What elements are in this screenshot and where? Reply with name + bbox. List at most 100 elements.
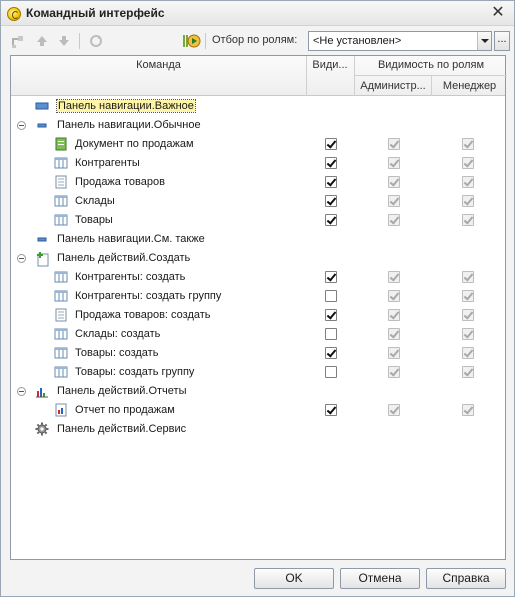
manager-checkbox [462, 366, 474, 378]
tree-row[interactable]: Товары [11, 211, 505, 230]
tree-row[interactable]: Документ по продажам [11, 135, 505, 154]
help-button[interactable]: Справка [426, 568, 506, 589]
manager-checkbox [462, 271, 474, 283]
column-admin[interactable]: Администр... [355, 80, 431, 92]
visible-checkbox[interactable] [325, 195, 337, 207]
admin-checkbox [388, 347, 400, 359]
admin-checkbox [388, 328, 400, 340]
visible-checkbox[interactable] [325, 214, 337, 226]
tree-row[interactable]: Контрагенты: создать группу [11, 287, 505, 306]
tree-row[interactable]: Продажа товаров [11, 173, 505, 192]
admin-checkbox [388, 309, 400, 321]
column-visibility-by-roles: Видимость по ролям [377, 59, 485, 71]
manager-checkbox [462, 309, 474, 321]
catalog-icon [54, 289, 68, 303]
catalog-icon [54, 327, 68, 341]
tree-group-row[interactable]: Панель действий.Сервис [11, 420, 505, 439]
nav-panel-normal-icon [35, 118, 49, 132]
actions-reports-icon [35, 384, 49, 398]
refresh-icon[interactable] [87, 32, 105, 50]
visible-checkbox[interactable] [325, 309, 337, 321]
tree-group-row[interactable]: Панель действий.Создать [11, 249, 505, 268]
column-visible[interactable]: Види... [307, 59, 353, 71]
tree-row[interactable]: Товары: создать группу [11, 363, 505, 382]
row-label: Товары: создать группу [75, 366, 195, 378]
tree-row[interactable]: Продажа товаров: создать [11, 306, 505, 325]
tree-group-row[interactable]: Панель навигации.См. также [11, 230, 505, 249]
actions-create-icon [35, 251, 49, 267]
catalog-icon [54, 346, 68, 360]
command-interface-window: Командный интерфейс ✕ Отбор по ролям: <Н… [0, 0, 515, 597]
tree-row[interactable]: Контрагенты: создать [11, 268, 505, 287]
row-label: Отчет по продажам [75, 404, 175, 416]
cancel-button[interactable]: Отмена [340, 568, 420, 589]
row-label: Товары: создать [75, 347, 159, 359]
nav-panel-important-icon [35, 99, 49, 113]
gear-icon [35, 422, 49, 436]
column-manager[interactable]: Менеджер [432, 80, 507, 92]
row-label: Панель навигации.Важное [56, 99, 196, 113]
visible-checkbox[interactable] [325, 290, 337, 302]
row-label: Контрагенты: создать [75, 271, 186, 283]
row-label: Товары [75, 214, 113, 226]
row-label: Склады: создать [75, 328, 161, 340]
tree-row[interactable]: Склады: создать [11, 325, 505, 344]
close-icon[interactable]: ✕ [490, 4, 506, 22]
visible-checkbox[interactable] [325, 328, 337, 340]
admin-checkbox [388, 290, 400, 302]
collapse-icon[interactable] [17, 121, 26, 130]
row-label: Продажа товаров [75, 176, 165, 188]
tree-row[interactable]: Отчет по продажам [11, 401, 505, 420]
visible-checkbox[interactable] [325, 138, 337, 150]
list-icon [54, 175, 68, 189]
admin-checkbox [388, 157, 400, 169]
row-label: Панель действий.Сервис [57, 423, 187, 435]
visible-checkbox[interactable] [325, 157, 337, 169]
manager-checkbox [462, 328, 474, 340]
row-label: Документ по продажам [75, 138, 194, 150]
app-logo-icon [7, 7, 21, 21]
visible-checkbox[interactable] [325, 366, 337, 378]
grid-header: Команда Види... Видимость по ролям Админ… [11, 56, 507, 96]
visible-checkbox[interactable] [325, 176, 337, 188]
visible-checkbox[interactable] [325, 404, 337, 416]
tree-row[interactable]: Склады [11, 192, 505, 211]
admin-checkbox [388, 404, 400, 416]
admin-checkbox [388, 176, 400, 188]
role-filter-select[interactable]: <Не установлен> [308, 31, 492, 51]
tree-group-row[interactable]: Панель навигации.Обычное [11, 116, 505, 135]
move-up-icon[interactable] [33, 32, 51, 50]
row-label: Контрагенты [75, 157, 140, 169]
move-down-icon[interactable] [55, 32, 73, 50]
row-label: Панель действий.Создать [57, 252, 191, 264]
tree-row[interactable]: Контрагенты [11, 154, 505, 173]
tree-row[interactable]: Товары: создать [11, 344, 505, 363]
visible-checkbox[interactable] [325, 347, 337, 359]
ok-button[interactable]: OK [254, 568, 334, 589]
catalog-icon [54, 270, 68, 284]
manager-checkbox [462, 404, 474, 416]
tree-group-row[interactable]: Панель действий.Отчеты [11, 382, 505, 401]
visible-checkbox[interactable] [325, 271, 337, 283]
admin-checkbox [388, 195, 400, 207]
collapse-icon[interactable] [17, 254, 26, 263]
tree-move-icon[interactable] [9, 32, 27, 50]
role-filter-more-button[interactable]: ... [494, 31, 510, 51]
row-label: Панель действий.Отчеты [57, 385, 187, 397]
window-title: Командный интерфейс [26, 6, 165, 20]
row-label: Продажа товаров: создать [75, 309, 211, 321]
list-icon [54, 308, 68, 322]
run-filter-icon[interactable] [183, 32, 201, 50]
admin-checkbox [388, 366, 400, 378]
column-command[interactable]: Команда [11, 59, 306, 71]
catalog-icon [54, 213, 68, 227]
chevron-down-icon[interactable] [477, 32, 491, 50]
manager-checkbox [462, 195, 474, 207]
collapse-icon[interactable] [17, 387, 26, 396]
toolbar: Отбор по ролям: <Не установлен> ... [7, 30, 510, 52]
title-bar: Командный интерфейс ✕ [1, 1, 514, 26]
manager-checkbox [462, 176, 474, 188]
tree-group-row[interactable]: Панель навигации.Важное [11, 97, 505, 116]
role-filter-label: Отбор по ролям: [212, 34, 298, 46]
manager-checkbox [462, 138, 474, 150]
